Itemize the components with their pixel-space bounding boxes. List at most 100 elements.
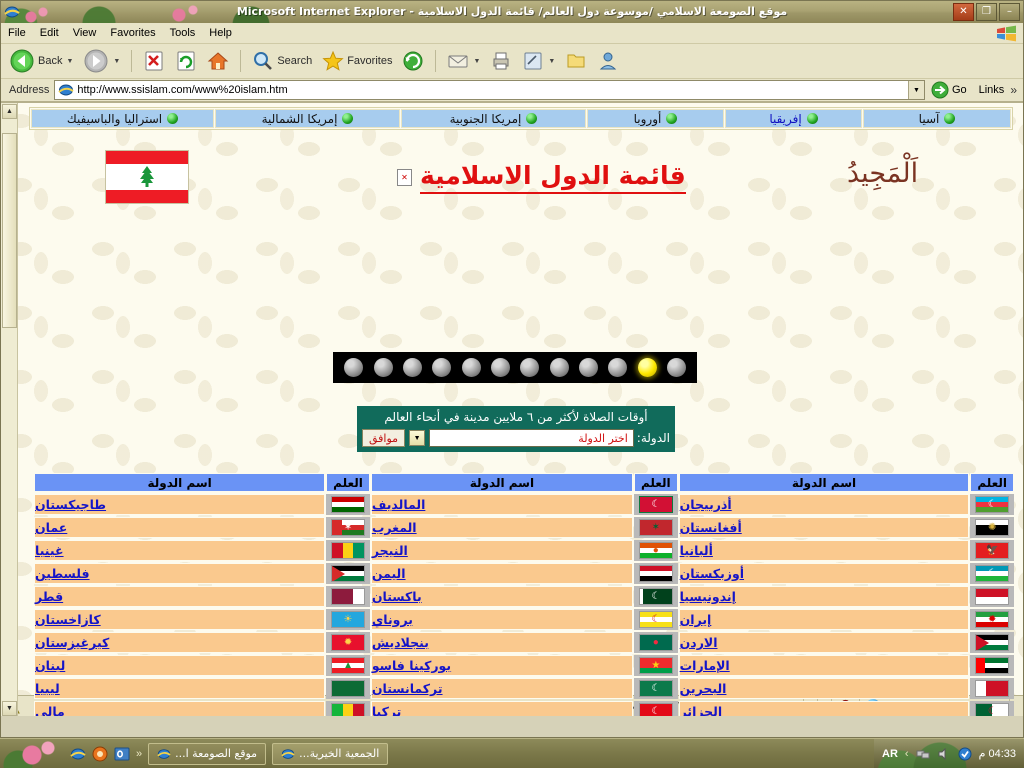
prayer-times-title: أوقات الصلاة لأكثر من ٦ ملايين مدينة في … — [384, 410, 648, 424]
menu-edit[interactable]: Edit — [33, 25, 66, 41]
country-link[interactable]: كازاخستان — [35, 612, 101, 627]
country-link[interactable]: ليبيا — [35, 681, 60, 696]
taskbar-item-0[interactable]: موقع الصومعة ا... — [148, 742, 267, 765]
menu-favorites[interactable]: Favorites — [103, 25, 162, 41]
close-button[interactable]: ✕ — [953, 3, 974, 21]
taskbar-item-1[interactable]: الجمعية الخيرية... — [272, 742, 389, 765]
taskbar-item-0-label: موقع الصومعة ا... — [175, 747, 258, 760]
country-link[interactable]: غينيا — [35, 543, 64, 558]
country-link[interactable]: النيجر — [372, 543, 408, 558]
history-button[interactable] — [398, 46, 428, 76]
country-link[interactable]: تركيا — [372, 704, 402, 716]
country-link[interactable]: تركمانستان — [372, 681, 443, 696]
country-link[interactable]: بوركينا فاسو — [372, 658, 451, 673]
country-link[interactable]: أذربيجان — [680, 497, 732, 512]
edit-dropdown-icon[interactable]: ▼ — [548, 58, 555, 65]
prayer-submit-button[interactable]: موافق — [362, 429, 406, 447]
toolbar-overflow-icon[interactable]: » — [1010, 83, 1021, 97]
search-button[interactable]: Search — [248, 46, 316, 76]
back-button[interactable]: Back ▼ — [5, 46, 77, 76]
nav-item-europe[interactable]: أوروبا — [587, 109, 724, 128]
messenger-button[interactable] — [593, 46, 623, 76]
quicklaunch-ie-icon[interactable] — [70, 746, 86, 762]
country-link[interactable]: قطر — [35, 589, 63, 604]
country-name-cell: الجزائر — [678, 701, 970, 716]
print-icon — [493, 52, 509, 70]
menu-help[interactable]: Help — [202, 25, 239, 41]
tray-expand-icon[interactable]: ‹ — [905, 748, 909, 760]
country-link[interactable]: أفغانستان — [680, 520, 742, 535]
country-link[interactable]: الجزائر — [680, 704, 723, 716]
country-link[interactable]: المالديف — [372, 497, 426, 512]
country-link[interactable]: المغرب — [372, 520, 417, 535]
vertical-scrollbar[interactable]: ▲ ▼ — [1, 103, 18, 716]
quicklaunch-outlook-icon[interactable] — [114, 746, 130, 762]
system-tray: AR ‹ 04:33 م — [874, 739, 1024, 768]
chevron-down-icon[interactable]: ▼ — [409, 430, 426, 446]
address-dropdown-icon[interactable]: ▼ — [907, 81, 924, 99]
menu-file[interactable]: File — [1, 25, 33, 41]
folder-button[interactable] — [561, 46, 591, 76]
links-button[interactable]: Links — [973, 84, 1011, 96]
favorites-button[interactable]: Favorites — [318, 46, 396, 76]
tray-shield-icon[interactable] — [958, 747, 972, 761]
refresh-button[interactable] — [171, 46, 201, 76]
country-link[interactable]: بنجلاديش — [372, 635, 429, 650]
country-link[interactable]: فلسطين — [35, 566, 90, 581]
country-link[interactable]: مالي — [35, 704, 65, 716]
minimize-button[interactable]: – — [999, 3, 1020, 21]
edit-button[interactable]: ▼ — [518, 46, 559, 76]
country-link[interactable]: عمان — [35, 520, 67, 535]
scrollbar-thumb[interactable] — [2, 133, 17, 328]
nav-item-asia[interactable]: آسيا — [863, 109, 1011, 128]
country-select[interactable]: اختر الدولة — [429, 429, 634, 447]
scroll-up-icon[interactable]: ▲ — [2, 104, 17, 119]
country-link[interactable]: لبنان — [35, 658, 65, 673]
nav-item-south-america[interactable]: إمريكا الجنوبية — [401, 109, 586, 128]
flag-cell — [326, 540, 370, 561]
go-button[interactable]: Go — [925, 81, 973, 99]
restore-button[interactable]: ❐ — [976, 3, 997, 21]
home-button[interactable] — [203, 46, 233, 76]
country-link[interactable]: اليمن — [372, 566, 406, 581]
tray-volume-icon[interactable] — [937, 747, 951, 761]
flag-stripe-top — [106, 151, 188, 164]
th-flag-right: العلم — [970, 473, 1014, 492]
stop-button[interactable] — [139, 46, 169, 76]
country-link[interactable]: إيران — [680, 612, 712, 627]
taskbar-item-1-label: الجمعية الخيرية... — [299, 747, 380, 760]
tray-network-icon[interactable] — [916, 747, 930, 761]
country-link[interactable]: ألبانيا — [680, 543, 713, 558]
country-link[interactable]: كيرغيزستان — [35, 635, 109, 650]
scroll-down-icon[interactable]: ▼ — [2, 701, 17, 716]
country-link[interactable]: الاردن — [680, 635, 718, 650]
country-link[interactable]: الإمارات — [680, 658, 730, 673]
quicklaunch-media-icon[interactable] — [92, 746, 108, 762]
mail-dropdown-icon[interactable]: ▼ — [473, 58, 480, 65]
country-link[interactable]: باكستان — [372, 589, 422, 604]
country-link[interactable]: طاجيكستان — [35, 497, 106, 512]
language-indicator[interactable]: AR — [882, 748, 898, 760]
back-dropdown-icon[interactable]: ▼ — [66, 58, 73, 65]
history-icon — [403, 51, 423, 71]
taskbar-clock[interactable]: 04:33 م — [979, 747, 1016, 760]
mail-button[interactable]: ▼ — [443, 46, 484, 76]
quicklaunch-overflow-icon[interactable]: » — [136, 748, 142, 760]
country-name-cell: كيرغيزستان — [34, 632, 326, 653]
menu-view[interactable]: View — [66, 25, 104, 41]
country-link[interactable]: البحرين — [680, 681, 727, 696]
forward-button[interactable]: ▼ — [79, 46, 124, 76]
country-link[interactable]: أوزبكستان — [680, 566, 744, 581]
print-button[interactable] — [486, 46, 516, 76]
nav-item-north-america[interactable]: إمريكا الشمالية — [215, 109, 400, 128]
nav-item-australia-pacific[interactable]: استراليا والباسيفيك — [31, 109, 214, 128]
country-link[interactable]: إندونيسيا — [680, 589, 736, 604]
ie-system-menu-icon[interactable] — [4, 4, 20, 20]
country-link[interactable]: بروناي — [372, 612, 413, 627]
address-input[interactable]: http://www.ssislam.com/www%20islam.htm ▼ — [54, 80, 925, 100]
nav-item-africa[interactable]: إفريقيا — [725, 109, 862, 128]
menu-tools[interactable]: Tools — [163, 25, 203, 41]
forward-dropdown-icon[interactable]: ▼ — [113, 58, 120, 65]
flag-uae-icon — [975, 657, 1010, 674]
mail-icon — [448, 55, 468, 68]
